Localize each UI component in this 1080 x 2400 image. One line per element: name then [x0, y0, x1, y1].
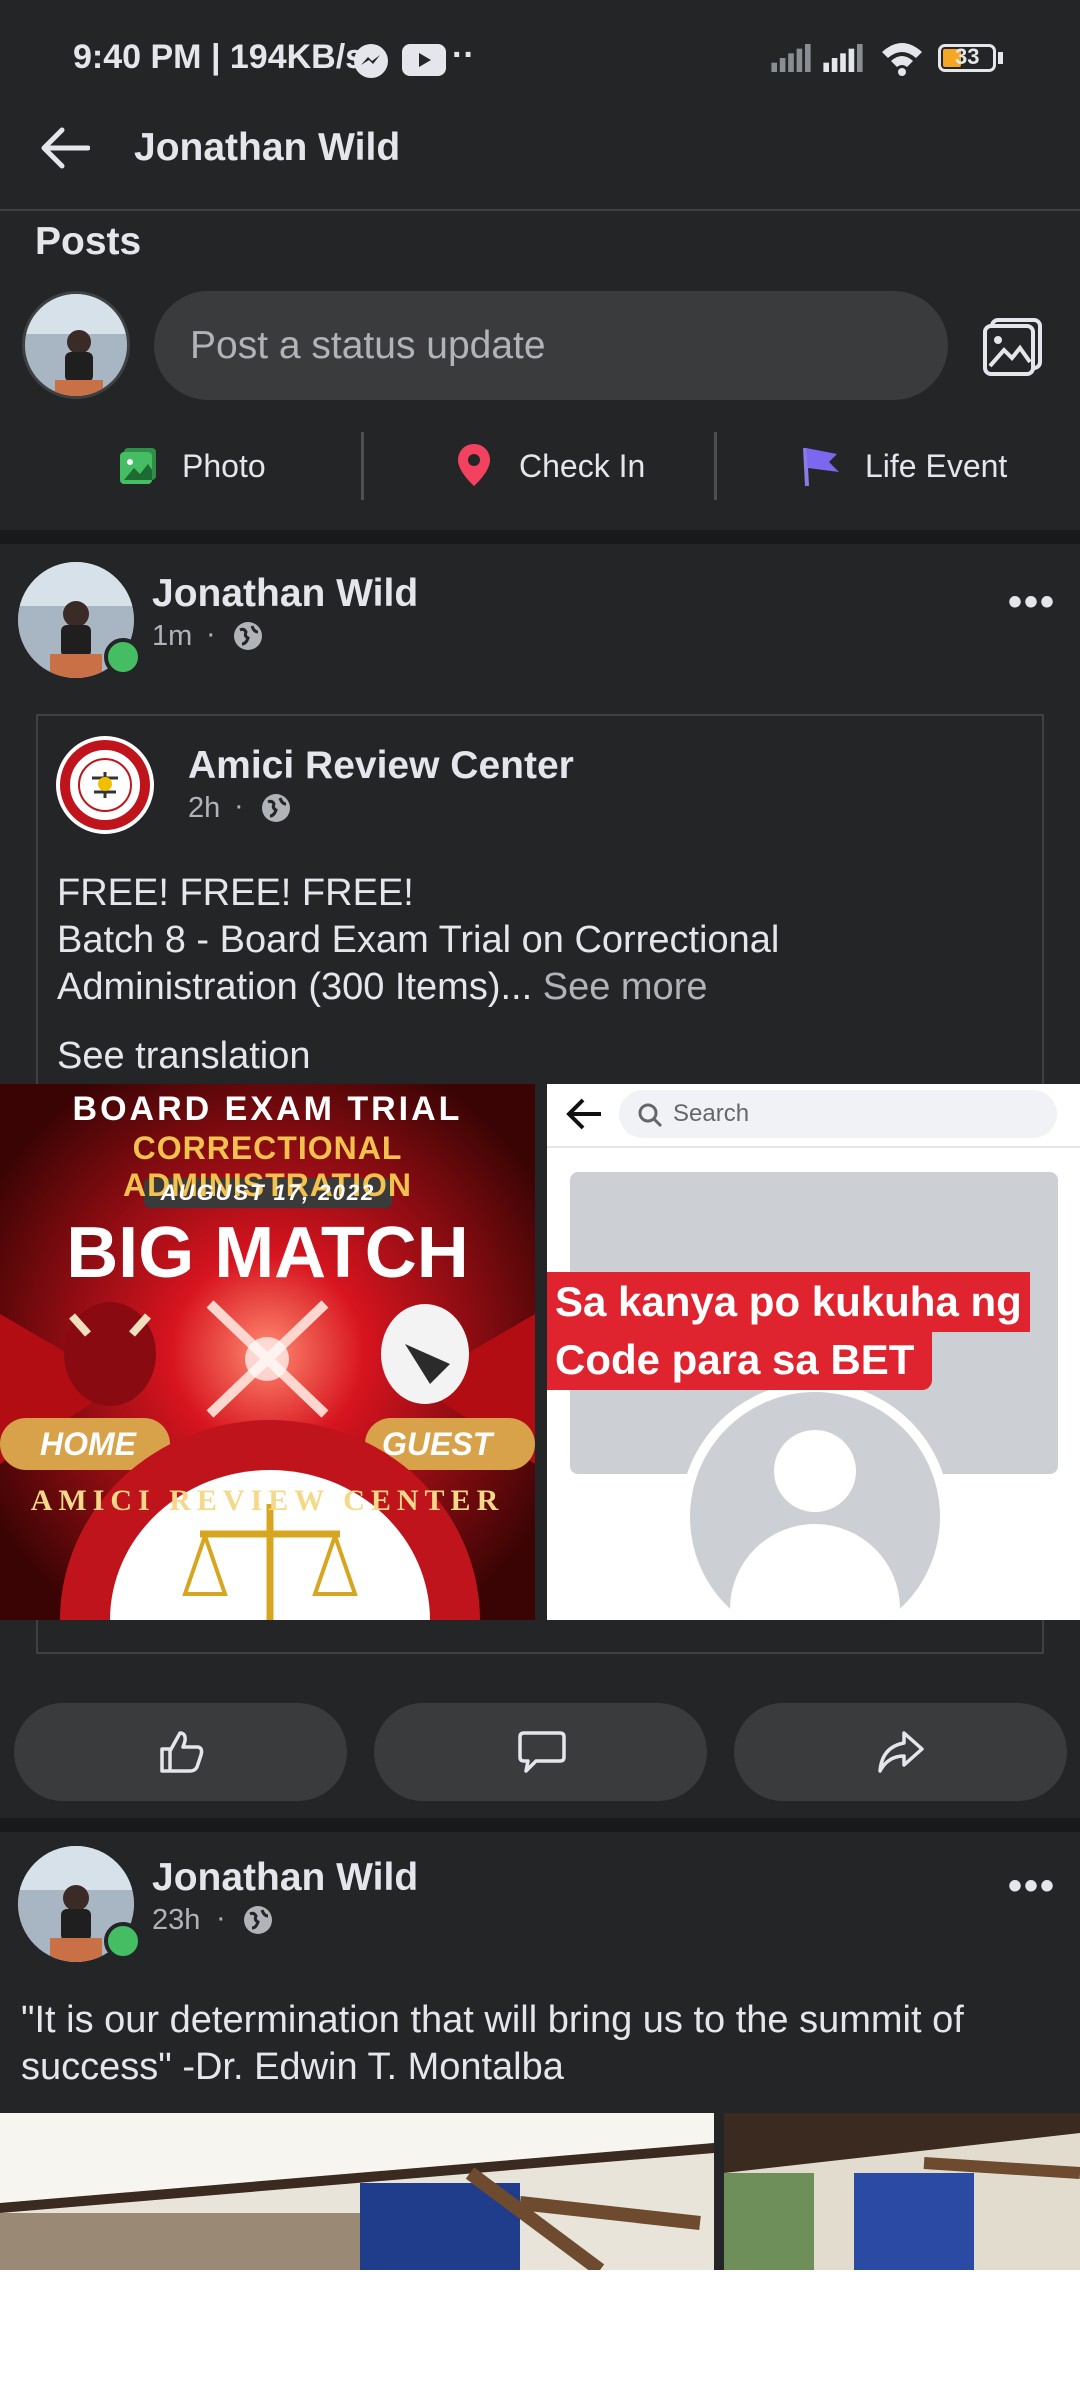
check-in-action-label: Check In: [519, 448, 646, 484]
comment-button[interactable]: [374, 1703, 707, 1801]
post1-author-name[interactable]: Jonathan Wild: [152, 572, 418, 616]
post2-photo-2[interactable]: [724, 2113, 1080, 2270]
post2-photo-1[interactable]: [0, 2113, 714, 2270]
meta-dot: ·: [206, 618, 216, 650]
shared-text-line-1: FREE! FREE! FREE!: [57, 872, 414, 914]
online-status-dot-2: [104, 1922, 142, 1960]
shared-timestamp: 2h: [188, 792, 221, 824]
app-screen: 9:40 PM | 194KB/s ·· 33 Jonathan Wild Po…: [0, 0, 1080, 2270]
public-globe-icon-2: [262, 794, 290, 822]
poster-home-label: HOME: [40, 1426, 136, 1462]
image-caption-line-1: Sa kanya po kukuha ng: [547, 1272, 1030, 1332]
check-in-action[interactable]: Check In: [450, 432, 700, 500]
messenger-icon: [354, 44, 388, 78]
photo-action-label: Photo: [182, 448, 266, 484]
shared-text-line-3-body: Administration (300 Items)...: [57, 966, 533, 1008]
public-globe-icon: [234, 622, 262, 650]
life-event-action-label: Life Event: [865, 448, 1008, 484]
image-profile-body: [730, 1524, 900, 1620]
online-status-dot: [104, 638, 142, 676]
battery-tip: [998, 52, 1003, 64]
image-search-bar: Search: [619, 1090, 1057, 1138]
post2-more-options-icon[interactable]: •••: [1008, 1864, 1056, 1909]
poster-line-1: BOARD EXAM TRIAL: [72, 1090, 463, 1128]
section-separator: [0, 530, 1080, 544]
image-back-arrow-icon: [566, 1098, 601, 1130]
image-profile-head: [774, 1430, 856, 1512]
page-title: Jonathan Wild: [134, 126, 401, 169]
life-event-action[interactable]: Life Event: [795, 432, 1055, 500]
back-arrow-icon[interactable]: [40, 126, 90, 170]
like-button[interactable]: [14, 1703, 347, 1801]
battery-percent: 33: [955, 44, 980, 69]
add-photo-icon[interactable]: [982, 316, 1044, 376]
wifi-icon: [882, 43, 922, 76]
image-search-placeholder: Search: [673, 1100, 750, 1127]
status-bar: 9:40 PM | 194KB/s ·· 33: [0, 0, 1080, 118]
poster-image[interactable]: BOARD EXAM TRIAL CORRECTIONAL ADMINISTRA…: [0, 1084, 535, 1620]
meta-dot-3: ·: [216, 1902, 226, 1934]
flag-icon: [803, 447, 839, 487]
public-globe-icon-3: [244, 1906, 272, 1934]
battery-icon: 33: [938, 44, 996, 72]
appbar-divider: [0, 209, 1080, 211]
poster-guest-label: GUEST: [382, 1426, 493, 1462]
photo-action[interactable]: Photo: [110, 432, 360, 500]
image-search-icon: [638, 1103, 663, 1128]
quick-action-divider-2: [714, 432, 717, 500]
poster-headline: BIG MATCH: [66, 1213, 469, 1293]
post1-timestamp: 1m: [152, 620, 193, 652]
status-update-input[interactable]: Post a status update: [154, 291, 948, 400]
shared-page-avatar[interactable]: [56, 736, 154, 834]
share-icon: [878, 1731, 924, 1773]
more-notifications-icon: ··: [452, 36, 475, 74]
post1-more-options-icon[interactable]: •••: [1008, 580, 1056, 625]
status-time-speed: 9:40 PM | 194KB/s: [73, 38, 365, 76]
meta-dot-2: ·: [234, 790, 244, 822]
signal-icon-2: [823, 44, 863, 72]
comment-icon: [518, 1731, 566, 1773]
see-more-link[interactable]: See more: [543, 966, 708, 1008]
shared-text-line-3: Administration (300 Items)... See more: [57, 964, 707, 1011]
poster-date: AUGUST 17, 2022: [160, 1180, 376, 1205]
photo-icon: [120, 448, 156, 484]
image-divider: [547, 1146, 1080, 1148]
post2-text: "It is our determination that will bring…: [21, 1999, 964, 2088]
like-icon: [160, 1731, 204, 1773]
image-caption-line-2: Code para sa BET: [547, 1330, 933, 1390]
youtube-icon: [402, 44, 446, 76]
signal-icon-1: [771, 44, 811, 72]
composer-avatar[interactable]: [22, 291, 130, 399]
shared-page-name[interactable]: Amici Review Center: [188, 744, 574, 788]
post-separator: [0, 1818, 1080, 1832]
quick-action-divider: [361, 432, 364, 500]
share-button[interactable]: [734, 1703, 1067, 1801]
post2-timestamp: 23h: [152, 1904, 201, 1936]
see-translation-link[interactable]: See translation: [57, 1033, 311, 1080]
poster-seal-text: AMICI REVIEW CENTER: [30, 1484, 505, 1517]
posts-section-title: Posts: [35, 220, 142, 263]
location-pin-icon: [458, 444, 490, 486]
screenshot-image[interactable]: Search Sa kanya po kukuha ng Code para s…: [547, 1084, 1080, 1620]
shared-text-line-2: Batch 8 - Board Exam Trial on Correction…: [57, 919, 780, 961]
post2-author-name[interactable]: Jonathan Wild: [152, 1856, 418, 1900]
